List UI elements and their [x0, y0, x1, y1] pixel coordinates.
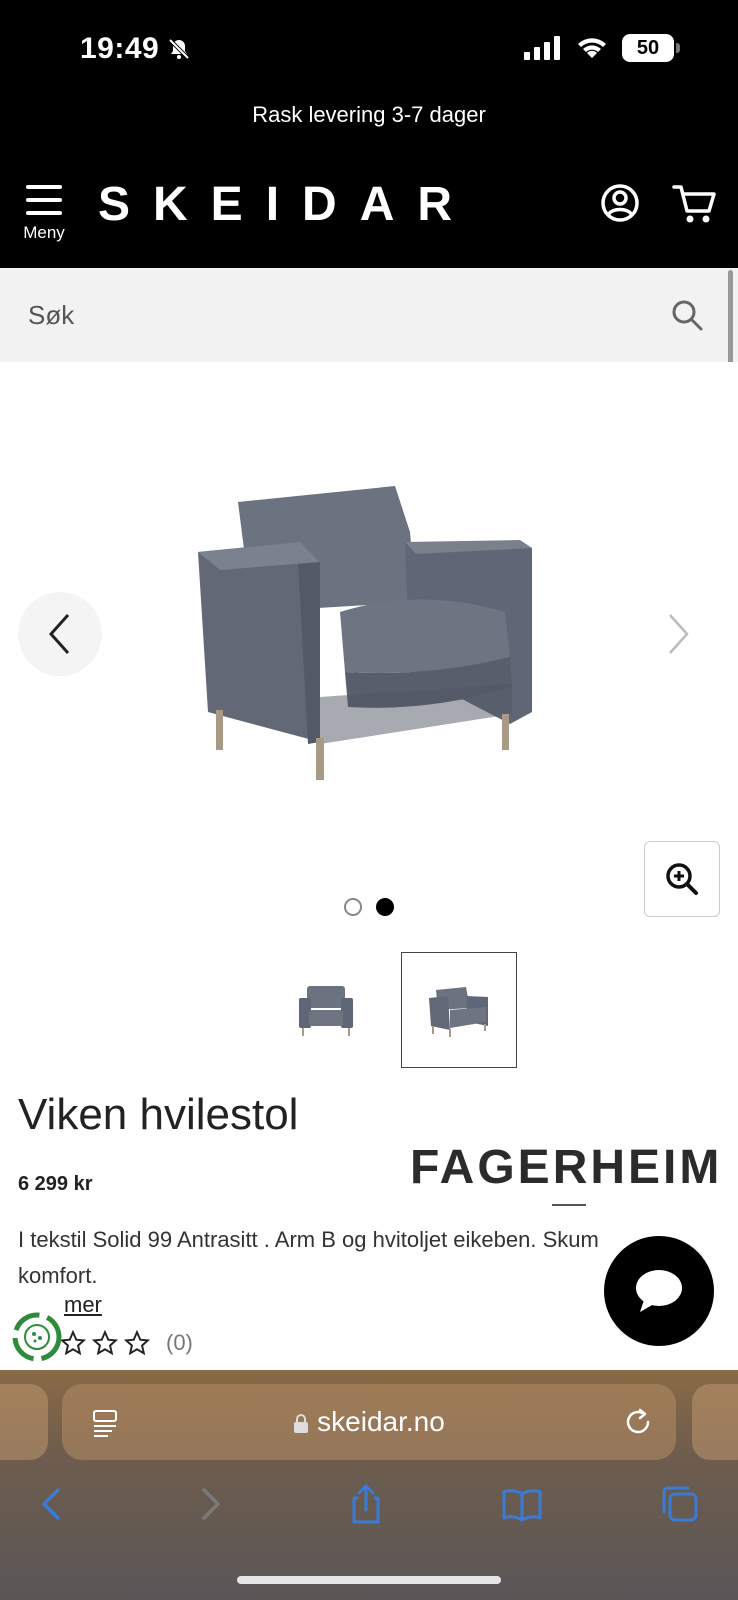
home-indicator[interactable]: [237, 1576, 501, 1584]
previous-tab-preview[interactable]: [0, 1384, 48, 1460]
chevron-right-icon: [669, 614, 689, 654]
zoom-button[interactable]: [644, 841, 720, 917]
rating-stars[interactable]: (0): [60, 1330, 193, 1356]
tabs-icon[interactable]: [658, 1482, 702, 1526]
brand-underline: [552, 1204, 586, 1206]
search-icon[interactable]: [670, 298, 704, 332]
site-logo[interactable]: SKEIDAR: [98, 177, 475, 232]
rating-count: (0): [166, 1330, 193, 1355]
reload-icon[interactable]: [622, 1406, 654, 1438]
wifi-icon: [578, 38, 606, 58]
previous-image-button[interactable]: [18, 592, 102, 676]
product-price: 6 299 kr: [18, 1173, 93, 1195]
search-input[interactable]: [0, 268, 738, 362]
hamburger-icon: [26, 185, 62, 215]
star-icon: [124, 1330, 150, 1356]
forward-icon[interactable]: [188, 1482, 232, 1526]
thumbnail-image: [429, 987, 488, 1037]
browser-toolbar: [0, 1482, 738, 1542]
site-header: Meny SKEIDAR: [0, 135, 738, 268]
thumbnail-image: [299, 986, 353, 1036]
bookmarks-icon[interactable]: [500, 1482, 544, 1526]
signal-icon: [524, 36, 560, 60]
product-description: I tekstil Solid 99 Antrasitt . Arm B og …: [18, 1227, 599, 1288]
star-icon: [60, 1330, 86, 1356]
carousel-dot-1[interactable]: [344, 898, 362, 916]
menu-label: Meny: [23, 223, 65, 242]
product-title: Viken hvilestol: [18, 1090, 299, 1139]
menu-button[interactable]: Meny: [18, 185, 70, 255]
share-icon[interactable]: [344, 1482, 388, 1526]
bell-slash-icon: [168, 38, 190, 60]
status-time: 19:49: [80, 32, 191, 66]
cart-icon[interactable]: [672, 183, 718, 225]
address-bar[interactable]: skeidar.no: [62, 1384, 676, 1460]
star-icon: [92, 1330, 118, 1356]
chat-bubble-icon: [636, 1270, 682, 1312]
account-icon[interactable]: [600, 183, 640, 223]
browser-chrome: skeidar.no: [0, 1370, 738, 1600]
thumbnail-2[interactable]: [401, 952, 517, 1068]
carousel-dot-2[interactable]: [376, 898, 394, 916]
chat-button[interactable]: [604, 1236, 714, 1346]
url-text: skeidar.no: [317, 1406, 445, 1437]
next-tab-preview[interactable]: [692, 1384, 738, 1460]
battery-indicator: 50: [622, 34, 680, 62]
lock-icon: [294, 1413, 309, 1433]
product-image-armchair[interactable]: [180, 462, 560, 782]
next-image-button[interactable]: [636, 592, 720, 676]
chevron-left-icon: [48, 613, 70, 655]
back-icon[interactable]: [30, 1482, 74, 1526]
recycle-badge-icon[interactable]: [12, 1312, 62, 1362]
search-bar: [0, 268, 738, 362]
status-bar: 19:49 50: [0, 0, 738, 100]
product-gallery: [0, 362, 738, 922]
brand-logo[interactable]: FAGERHEIM: [410, 1140, 722, 1195]
url-display[interactable]: skeidar.no: [62, 1384, 676, 1460]
carousel-dots: [344, 898, 394, 916]
clock: 19:49: [80, 32, 160, 65]
status-indicators: 50: [524, 34, 680, 62]
zoom-in-icon: [666, 863, 698, 895]
read-more-link[interactable]: mer: [64, 1292, 102, 1318]
thumbnail-1[interactable]: [268, 952, 384, 1068]
promo-banner: Rask levering 3-7 dager: [0, 95, 738, 135]
